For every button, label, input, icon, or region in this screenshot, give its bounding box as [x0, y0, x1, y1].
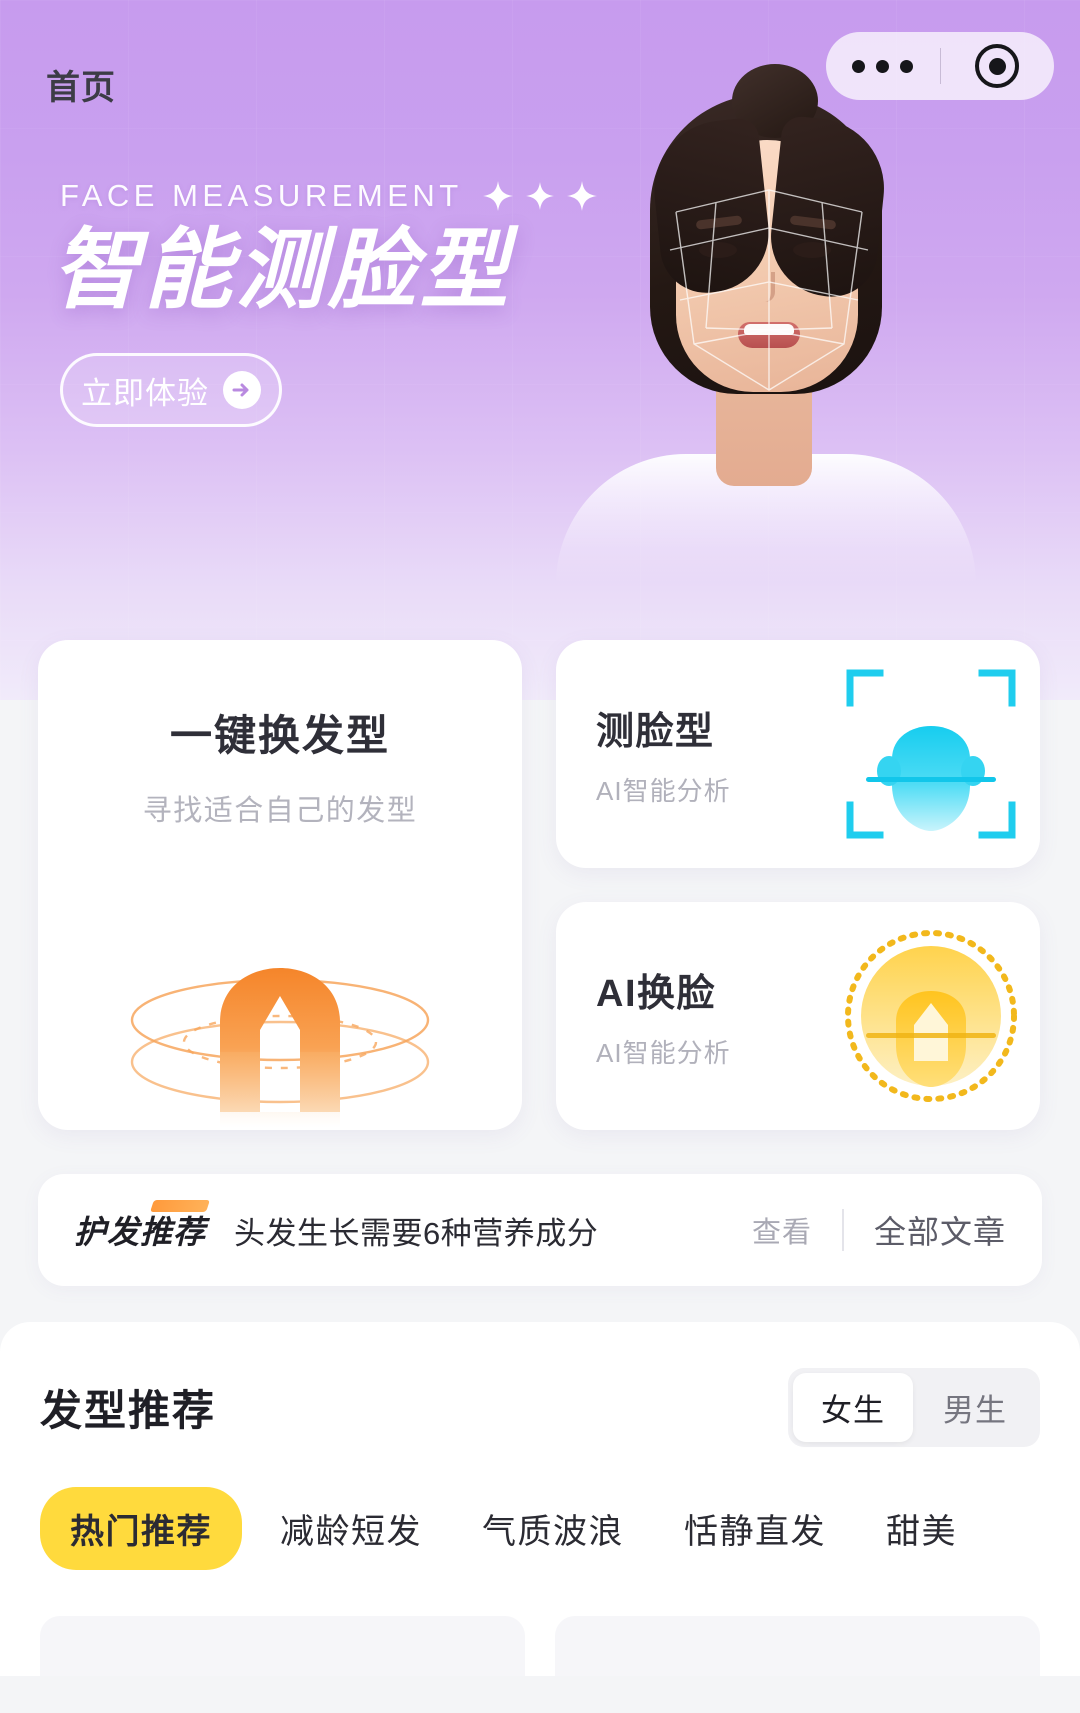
hairstyle-tile-row	[40, 1616, 1040, 1676]
try-now-button[interactable]: 立即体验	[60, 353, 282, 427]
tab-straight-hair[interactable]: 恬静直发	[654, 1504, 856, 1553]
page-title: 首页	[46, 69, 116, 107]
hero-eyebrow: FACE MEASUREMENT	[60, 178, 597, 214]
feature-card-grid: 一键换发型 寻找适合自己的发型 测脸型 AI智能分析 AI换脸 AI智能分析	[0, 640, 1080, 1130]
article-title[interactable]: 头发生长需要6种营养成分	[234, 1208, 598, 1253]
card-face-shape-test[interactable]: 测脸型 AI智能分析	[556, 640, 1040, 868]
face-mesh-overlay-icon	[669, 189, 869, 391]
hairstyle-tile[interactable]	[40, 1616, 525, 1676]
article-view-link[interactable]: 查看	[752, 1209, 812, 1251]
feature-card-column: 测脸型 AI智能分析 AI换脸 AI智能分析	[556, 640, 1040, 1130]
all-articles-link[interactable]: 全部文章	[874, 1207, 1006, 1253]
gender-option-male[interactable]: 男生	[915, 1373, 1035, 1442]
model-photo	[556, 64, 976, 584]
card-face-shape-test-subtitle: AI智能分析	[596, 776, 731, 806]
hairstyle-orbit-icon	[130, 968, 430, 1128]
gender-option-female[interactable]: 女生	[793, 1373, 913, 1442]
article-tag: 护发推荐	[74, 1200, 210, 1253]
target-circle-icon	[975, 44, 1020, 88]
capsule-close-button[interactable]	[941, 32, 1055, 100]
hero-title: 智能测脸型	[52, 220, 513, 319]
card-hairstyle-change-title: 一键换发型	[169, 712, 390, 759]
main-content: 一键换发型 寻找适合自己的发型 测脸型 AI智能分析 AI换脸 AI智能分析 护…	[0, 640, 1080, 1676]
card-ai-face-swap[interactable]: AI换脸 AI智能分析	[556, 902, 1040, 1130]
card-hairstyle-change[interactable]: 一键换发型 寻找适合自己的发型	[38, 640, 522, 1130]
tab-wavy-hair[interactable]: 气质波浪	[452, 1504, 654, 1553]
sparkle-diamond-icon	[566, 181, 597, 211]
hairstyle-recommend-section: 发型推荐 女生 男生 热门推荐 减龄短发 气质波浪 恬静直发 甜美	[0, 1322, 1080, 1676]
face-swap-badge-icon	[845, 930, 1017, 1102]
sparkle-group	[482, 181, 597, 211]
tab-sweet-hair[interactable]: 甜美	[856, 1504, 987, 1553]
article-recommend-bar[interactable]: 护发推荐 头发生长需要6种营养成分 查看 全部文章	[38, 1174, 1042, 1286]
tab-hot-recommend[interactable]: 热门推荐	[40, 1487, 242, 1570]
card-ai-face-swap-title: AI换脸	[596, 973, 717, 1015]
hairstyle-tile[interactable]	[555, 1616, 1040, 1676]
sparkle-diamond-icon	[525, 182, 554, 210]
try-now-label: 立即体验	[81, 375, 209, 411]
recommend-header: 发型推荐 女生 男生	[40, 1368, 1040, 1447]
article-bar-divider	[841, 1209, 844, 1251]
article-tag-label: 护发推荐	[74, 1214, 207, 1250]
hero-eyebrow-text: FACE MEASUREMENT	[60, 178, 463, 213]
tab-short-hair[interactable]: 减龄短发	[250, 1504, 452, 1553]
tag-accent-stripe-icon	[150, 1200, 210, 1212]
card-face-shape-test-title: 测脸型	[596, 711, 715, 753]
sparkle-diamond-icon	[482, 181, 513, 211]
category-tabs[interactable]: 热门推荐 减龄短发 气质波浪 恬静直发 甜美	[40, 1487, 1040, 1570]
recommend-title: 发型推荐	[40, 1387, 217, 1434]
hero-banner: 首页 FACE MEASUREMENT 智能测脸型 立即体验	[0, 0, 1080, 700]
face-scan-bracket-icon	[846, 669, 1016, 839]
card-hairstyle-change-subtitle: 寻找适合自己的发型	[142, 795, 418, 827]
card-ai-face-swap-subtitle: AI智能分析	[596, 1038, 731, 1068]
gender-toggle[interactable]: 女生 男生	[788, 1368, 1040, 1447]
arrow-right-circle-icon	[223, 371, 261, 409]
